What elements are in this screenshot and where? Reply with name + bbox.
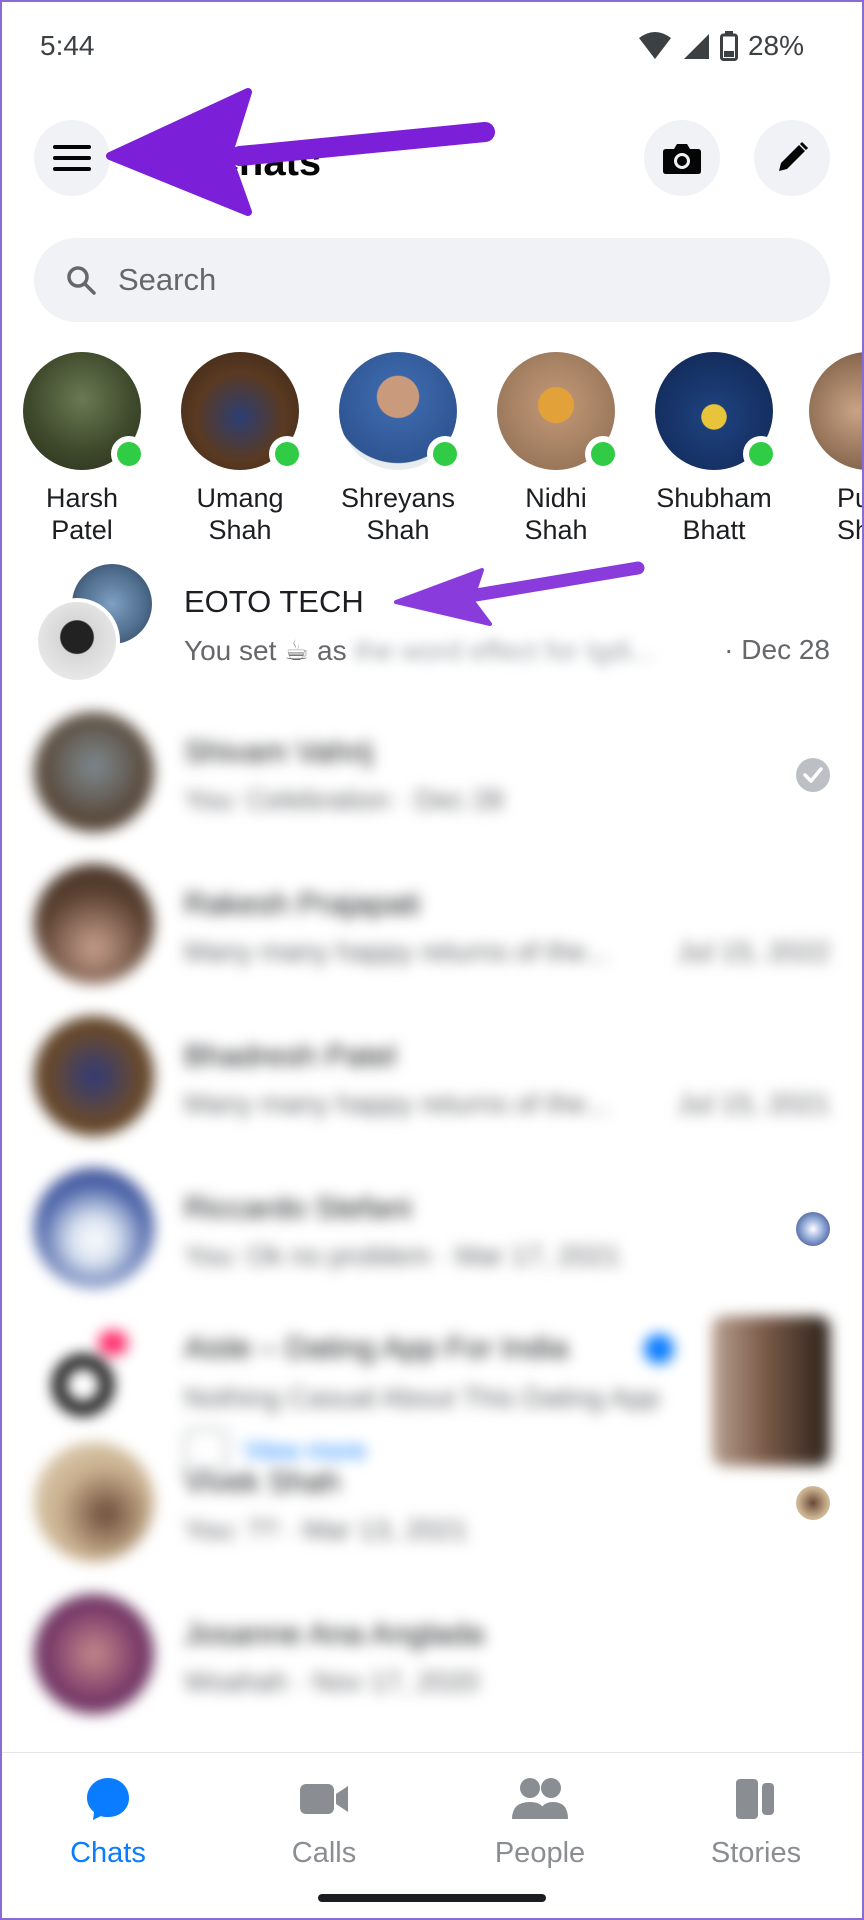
stories-icon [736, 1779, 774, 1819]
chat-name: Rakesh Prajapati [184, 886, 421, 921]
sent-check-icon [796, 758, 830, 792]
chat-preview: You: Ok no problem · Mar 17, 2021 [184, 1240, 621, 1271]
home-indicator [318, 1894, 546, 1902]
chat-preview: You: ?? · Mar 13, 2021 [184, 1514, 468, 1545]
chat-row[interactable]: Bhadresh Patel Many many happy returns o… [0, 1016, 864, 1166]
online-status-dot [585, 436, 621, 472]
story-name: Harsh Patel [45, 483, 119, 545]
chat-name: Bhadresh Patel [184, 1038, 396, 1073]
story-name: Pu Sh [837, 483, 864, 545]
tab-people[interactable]: People [450, 1771, 630, 1870]
search-placeholder: Search [118, 262, 217, 297]
chat-preview: Many many happy returns of the... [184, 936, 609, 967]
chat-row[interactable]: Vivek Shah You: ?? · Mar 13, 2021 [0, 1442, 864, 1592]
chat-bubble-icon [87, 1778, 129, 1820]
chat-preview: Woahah · Nov 17, 2020 [184, 1666, 480, 1697]
tab-chats[interactable]: Chats [18, 1771, 198, 1870]
chat-row[interactable]: Josanne Ana Anglada Woahah · Nov 17, 202… [0, 1594, 864, 1744]
tab-calls[interactable]: Calls [234, 1771, 414, 1870]
camera-button[interactable] [644, 120, 720, 196]
chat-name: Riccardo Stefani [184, 1190, 412, 1225]
chat-time: Jul 15, 2021 [677, 1088, 830, 1119]
preview-text-blurred: the word effect for Igdi... [354, 635, 655, 666]
story-name: Nidhi Shah [524, 483, 588, 545]
status-bar: 5:44 28% [0, 0, 864, 96]
avatar [34, 1016, 154, 1136]
avatar [34, 712, 154, 832]
read-receipt-avatar [796, 1486, 830, 1520]
story-name: Umang Shah [196, 483, 284, 545]
avatar [34, 1442, 154, 1562]
tab-label: Stories [710, 1837, 802, 1869]
status-icons: 28% [638, 30, 804, 62]
online-status-dot [269, 436, 305, 472]
pencil-icon [779, 141, 809, 171]
avatar [34, 1316, 154, 1436]
online-status-dot [111, 436, 147, 472]
tab-label: People [494, 1837, 586, 1869]
chat-row[interactable]: Shivam Vahrij You: Celebration · Dec 28 [0, 712, 864, 862]
story-item-shreyans[interactable]: Shreyans Shah [323, 352, 473, 546]
unread-dot [644, 1334, 674, 1364]
battery-percent: 28% [747, 30, 804, 61]
signal-icon [683, 34, 709, 59]
avatar [809, 352, 864, 470]
chat-row-eoto-tech[interactable]: EOTO TECH You set ☕ as the word effect f… [0, 562, 864, 712]
tab-label: Chats [70, 1837, 146, 1869]
story-name: Shreyans Shah [340, 483, 456, 545]
chat-name: Josanne Ana Anglada [184, 1616, 484, 1651]
chat-row[interactable]: Riccardo Stefani You: Ok no problem · Ma… [0, 1168, 864, 1318]
video-camera-icon [300, 1784, 348, 1814]
avatar [34, 864, 154, 984]
chat-name: Aisle – Dating App For India [184, 1330, 569, 1365]
avatar [34, 1168, 154, 1288]
story-item-shubham[interactable]: Shubham Bhatt [639, 352, 789, 546]
online-status-dot [743, 436, 779, 472]
tab-stories[interactable]: Stories [666, 1771, 846, 1870]
chat-preview: Nothing Casual About This Dating App [184, 1382, 660, 1413]
menu-button[interactable] [34, 120, 110, 196]
compose-button[interactable] [754, 120, 830, 196]
chat-preview: Many many happy returns of the... [184, 1088, 609, 1119]
wifi-icon [638, 32, 671, 59]
avatar [34, 598, 120, 684]
group-avatar [34, 562, 156, 684]
story-item-harsh[interactable]: Harsh Patel [7, 352, 157, 546]
chat-row[interactable]: Rakesh Prajapati Many many happy returns… [0, 864, 864, 1014]
people-icon [512, 1778, 568, 1819]
search-icon [67, 266, 96, 295]
hamburger-icon [53, 145, 91, 171]
story-name: Shubham Bhatt [656, 483, 772, 545]
page-title: Chats [210, 140, 322, 184]
read-receipt-avatar [796, 1212, 830, 1246]
chat-preview: You: Celebration · Dec 28 [184, 784, 504, 815]
search-bar[interactable]: Search [34, 238, 830, 322]
online-status-dot [427, 436, 463, 472]
chat-name: EOTO TECH [184, 584, 364, 619]
chat-name: Shivam Vahrij [184, 734, 373, 769]
story-item-umang[interactable]: Umang Shah [165, 352, 315, 546]
battery-icon [719, 31, 738, 61]
chat-time: Jul 15, 2022 [677, 936, 830, 967]
camera-icon [663, 144, 701, 174]
preview-text: You set ☕ as [184, 635, 347, 666]
chat-name: Vivek Shah [184, 1464, 341, 1499]
status-time: 5:44 [40, 30, 95, 61]
chat-preview: You set ☕ as the word effect for Igdi... [184, 634, 654, 667]
story-item-partial[interactable]: Pu Sh [797, 352, 864, 546]
chat-time: · Dec 28 [724, 634, 830, 665]
avatar [34, 1594, 154, 1714]
tab-label: Calls [291, 1837, 357, 1869]
story-item-nidhi[interactable]: Nidhi Shah [481, 352, 631, 546]
